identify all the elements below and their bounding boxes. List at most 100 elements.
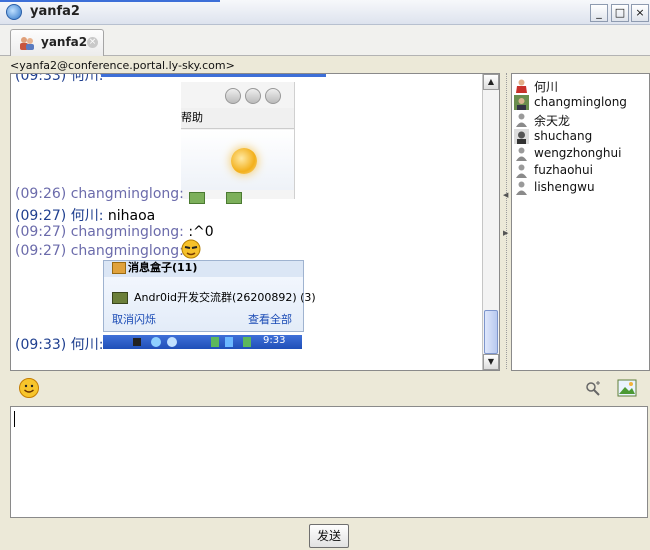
message-nick: changminglong: — [70, 224, 184, 240]
message-partial: (09:33) 何川: — [15, 74, 103, 85]
splitter-right-arrow-icon[interactable]: ▶ — [503, 229, 508, 237]
user-avatar-gray-icon — [516, 164, 527, 178]
scroll-up-arrow-icon[interactable]: ▲ — [483, 74, 499, 90]
roster-name: shuchang — [534, 129, 593, 143]
text-caret — [14, 411, 15, 427]
message-row: (09:27) 何川: nihaoa — [15, 205, 155, 225]
message-box-title-bar: 消息盒子(11) — [104, 261, 303, 277]
roster-name: lishengwu — [534, 180, 595, 194]
message-time: (09:27) — [15, 224, 67, 240]
tab-label: yanfa2 — [41, 35, 88, 49]
message-row: (09:27) changminglong: :^0 — [15, 224, 214, 240]
roster-name: 余天龙 — [534, 114, 571, 128]
send-button[interactable]: 发送 — [309, 524, 349, 548]
roster-name: wengzhonghui — [534, 146, 622, 160]
embedded-message-box: 消息盒子(11) Andr0id开发交流群(26200892) (3) 取消闪烁… — [103, 260, 316, 332]
title-accent — [0, 0, 220, 2]
embedded-image-strip — [101, 74, 326, 77]
embedded-screenshot-window: 帮助 — [181, 82, 295, 204]
window-title: yanfa2 — [30, 4, 80, 19]
group-avatar-icon — [112, 292, 128, 304]
message-text: :^0 — [188, 224, 214, 240]
window-button-icon — [245, 88, 261, 104]
message-box-view-all-link: 查看全部 — [248, 313, 292, 326]
roster-item[interactable]: 何川 — [514, 77, 646, 94]
chat-transcript[interactable]: (09:33) 何川: 帮助 (09:26) changminglong: (0… — [10, 73, 500, 371]
cool-emoticon-icon — [181, 239, 201, 259]
minimize-button[interactable]: _ — [590, 4, 608, 22]
roster-item[interactable]: fuzhaohui — [514, 162, 646, 179]
roster-item[interactable]: changminglong — [514, 94, 646, 111]
user-avatar-gray-icon — [516, 147, 527, 161]
emoticon-smiley-icon[interactable] — [18, 377, 40, 399]
message-box-cancel-link: 取消闪烁 — [112, 313, 156, 326]
message-text: nihaoa — [107, 208, 156, 224]
user-avatar-gray-icon — [516, 113, 527, 127]
green-file-icon — [189, 192, 205, 204]
roster-name: 何川 — [534, 80, 559, 94]
message-box-icon — [112, 262, 126, 274]
splitter-line — [506, 73, 507, 369]
taskbar-icon — [211, 337, 219, 347]
user-avatar-gray-icon — [516, 181, 527, 195]
taskbar-icon — [133, 338, 141, 346]
embedded-menu-bar: 帮助 — [181, 108, 294, 129]
user-avatar-photo-icon — [514, 95, 529, 110]
screen-capture-icon[interactable] — [584, 380, 602, 398]
embedded-taskbar: 9:33 — [103, 335, 302, 349]
embedded-menu-help: 帮助 — [181, 111, 203, 124]
app-icon — [6, 4, 22, 20]
composer-toolbar — [0, 373, 650, 403]
chat-content: (09:33) 何川: 帮助 (09:26) changminglong: (0… — [11, 74, 481, 370]
roster-name: changminglong — [534, 95, 627, 109]
group-chat-icon — [20, 37, 34, 50]
message-row: (09:33) 何川: — [15, 334, 103, 354]
message-nick: 何川: — [70, 208, 104, 224]
message-box-group: Andr0id开发交流群(26200892) (3) — [112, 289, 316, 305]
message-time: (09:27) — [15, 208, 67, 224]
message-input[interactable] — [10, 406, 648, 518]
scroll-thumb[interactable] — [484, 310, 498, 354]
message-time: (09:33) — [15, 74, 67, 84]
taskbar-clock: 9:33 — [263, 335, 286, 346]
message-time: (09:33) — [15, 337, 67, 353]
taskbar-icon — [151, 337, 161, 347]
message-nick: changminglong: — [70, 186, 184, 202]
roster-item[interactable]: shuchang — [514, 128, 646, 145]
close-button[interactable]: × — [631, 4, 649, 22]
message-nick: 何川: — [70, 74, 104, 84]
message-nick: changminglong: — [70, 243, 184, 259]
window-button-icon — [265, 88, 281, 104]
message-time: (09:26) — [15, 186, 67, 202]
maximize-button[interactable]: □ — [611, 4, 629, 22]
message-time: (09:27) — [15, 243, 67, 259]
roster-item[interactable]: wengzhonghui — [514, 145, 646, 162]
participant-list[interactable]: 何川 changminglong 余天龙 shuchang wengzhongh… — [511, 73, 650, 371]
message-row: (09:26) changminglong: — [15, 186, 184, 202]
tab-close-icon[interactable]: × — [87, 37, 98, 48]
tab-bar: yanfa2 × — [0, 25, 650, 56]
pane-splitter[interactable]: ◀ ▶ — [503, 73, 509, 369]
roster-item[interactable]: 余天龙 — [514, 111, 646, 128]
tab-yanfa2[interactable]: yanfa2 × — [10, 29, 104, 56]
green-file-icon — [226, 192, 242, 204]
window-button-icon — [225, 88, 241, 104]
message-box-group-name: Andr0id开发交流群(26200892) (3) — [134, 291, 316, 304]
message-box-title: 消息盒子(11) — [128, 261, 198, 274]
send-image-icon[interactable] — [617, 379, 637, 397]
chat-scrollbar[interactable]: ▲ ▼ — [482, 74, 499, 370]
message-nick: 何川: — [70, 337, 104, 353]
roster-item[interactable]: lishengwu — [514, 179, 646, 196]
user-avatar-redshirt-icon — [516, 79, 527, 93]
scroll-down-arrow-icon[interactable]: ▼ — [483, 354, 499, 370]
glowing-orb-icon — [231, 148, 257, 174]
splitter-left-arrow-icon[interactable]: ◀ — [503, 191, 508, 199]
taskbar-icon — [225, 337, 233, 347]
taskbar-icon — [243, 337, 251, 347]
embedded-content-area — [181, 130, 294, 190]
taskbar-icon — [167, 337, 177, 347]
room-jid: <yanfa2@conference.portal.ly-sky.com> — [10, 59, 235, 72]
title-bar: yanfa2 _ □ × — [0, 0, 650, 25]
roster-name: fuzhaohui — [534, 163, 593, 177]
user-avatar-bw-photo-icon — [514, 129, 529, 144]
